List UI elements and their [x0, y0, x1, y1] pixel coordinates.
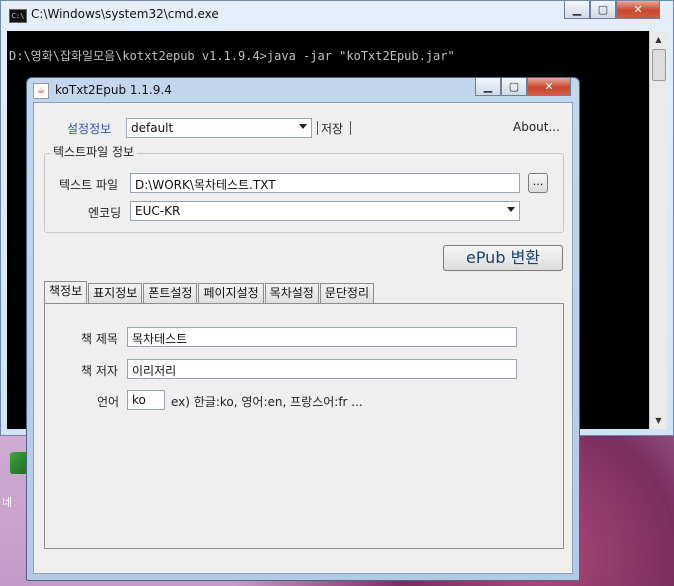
- settings-label: 설정정보: [67, 122, 112, 136]
- console-command-line: D:\영화\잡화일모음\kotxt2epub v1.1.9.4>java -ja…: [9, 49, 455, 63]
- cmd-window-controls: ▁ ▢ ✕: [564, 1, 660, 19]
- encoding-select[interactable]: EUC-KR: [130, 201, 520, 221]
- about-link[interactable]: About...: [513, 120, 560, 134]
- settings-tabs: 책정보 표지정보 폰트설정 페이지설정 목차설정 문단정리: [44, 281, 375, 303]
- chevron-down-icon: [299, 124, 307, 129]
- text-file-path-field[interactable]: D:\WORK\목차테스트.TXT: [130, 173, 520, 193]
- browse-file-button[interactable]: ...: [528, 173, 548, 193]
- scroll-up-arrow-icon[interactable]: ▲: [650, 31, 667, 48]
- cmd-maximize-button[interactable]: ▢: [590, 1, 616, 19]
- epub-convert-button[interactable]: ePub 변환: [443, 245, 563, 271]
- chevron-down-icon: [507, 207, 515, 212]
- text-file-info-group: [44, 153, 564, 233]
- settings-profile-value: default: [131, 121, 174, 135]
- separator: [317, 121, 318, 135]
- book-author-label: 책 저자: [81, 364, 118, 378]
- tab-font-settings[interactable]: 폰트설정: [143, 283, 198, 303]
- console-scrollbar[interactable]: ▲ ▼: [649, 31, 667, 429]
- app-window-title: koTxt2Epub 1.1.9.4: [55, 83, 172, 97]
- tab-paragraph-cleanup[interactable]: 문단정리: [319, 283, 375, 303]
- app-content-panel: 설정정보 default 저장 About... 텍스트파일 정보 텍스트 파일…: [33, 102, 573, 574]
- java-icon: ☕: [33, 83, 49, 99]
- settings-profile-select[interactable]: default: [126, 118, 312, 138]
- language-hint: ex) 한글:ko, 영어:en, 프랑스어:fr ...: [171, 395, 363, 409]
- app-minimize-button[interactable]: ▁: [475, 78, 501, 96]
- kotxt2epub-window: ☕ koTxt2Epub 1.1.9.4 ▁ ▢ ✕ 설정정보 default …: [26, 77, 580, 581]
- encoding-label: 엔코딩: [88, 206, 122, 220]
- text-file-group-title: 텍스트파일 정보: [50, 143, 138, 160]
- app-close-button[interactable]: ✕: [527, 78, 571, 96]
- tab-toc-settings[interactable]: 목차설정: [264, 283, 319, 303]
- tab-book-info[interactable]: 책정보: [44, 281, 88, 303]
- book-title-field[interactable]: 목차테스트: [127, 327, 517, 347]
- scroll-thumb[interactable]: [652, 49, 666, 81]
- app-maximize-button[interactable]: ▢: [501, 78, 527, 96]
- app-titlebar[interactable]: ☕ koTxt2Epub 1.1.9.4 ▁ ▢ ✕: [27, 78, 579, 102]
- encoding-value: EUC-KR: [135, 204, 181, 218]
- tab-page-settings[interactable]: 페이지설정: [198, 283, 264, 303]
- desktop-shortcut-label: 네: [2, 496, 13, 509]
- separator: [350, 121, 351, 135]
- cmd-close-button[interactable]: ✕: [616, 1, 660, 19]
- language-label: 언어: [97, 395, 120, 409]
- text-file-label: 텍스트 파일: [59, 178, 119, 192]
- console-icon: C:\: [9, 9, 27, 23]
- tab-cover-info[interactable]: 표지정보: [88, 283, 143, 303]
- cmd-minimize-button[interactable]: ▁: [564, 1, 590, 19]
- app-window-controls: ▁ ▢ ✕: [475, 78, 571, 96]
- language-field[interactable]: ko: [127, 390, 165, 410]
- cmd-titlebar[interactable]: C:\ C:\Windows\system32\cmd.exe ▁ ▢ ✕: [1, 1, 673, 29]
- book-title-label: 책 제목: [81, 332, 118, 346]
- book-author-field[interactable]: 이리저리: [127, 359, 517, 379]
- book-info-panel: 책 제목 목차테스트 책 저자 이리저리 언어 ko ex) 한글:ko, 영어…: [44, 303, 564, 549]
- save-settings-button[interactable]: 저장: [321, 120, 343, 137]
- cmd-window-title: C:\Windows\system32\cmd.exe: [31, 7, 219, 21]
- scroll-down-arrow-icon[interactable]: ▼: [650, 412, 667, 429]
